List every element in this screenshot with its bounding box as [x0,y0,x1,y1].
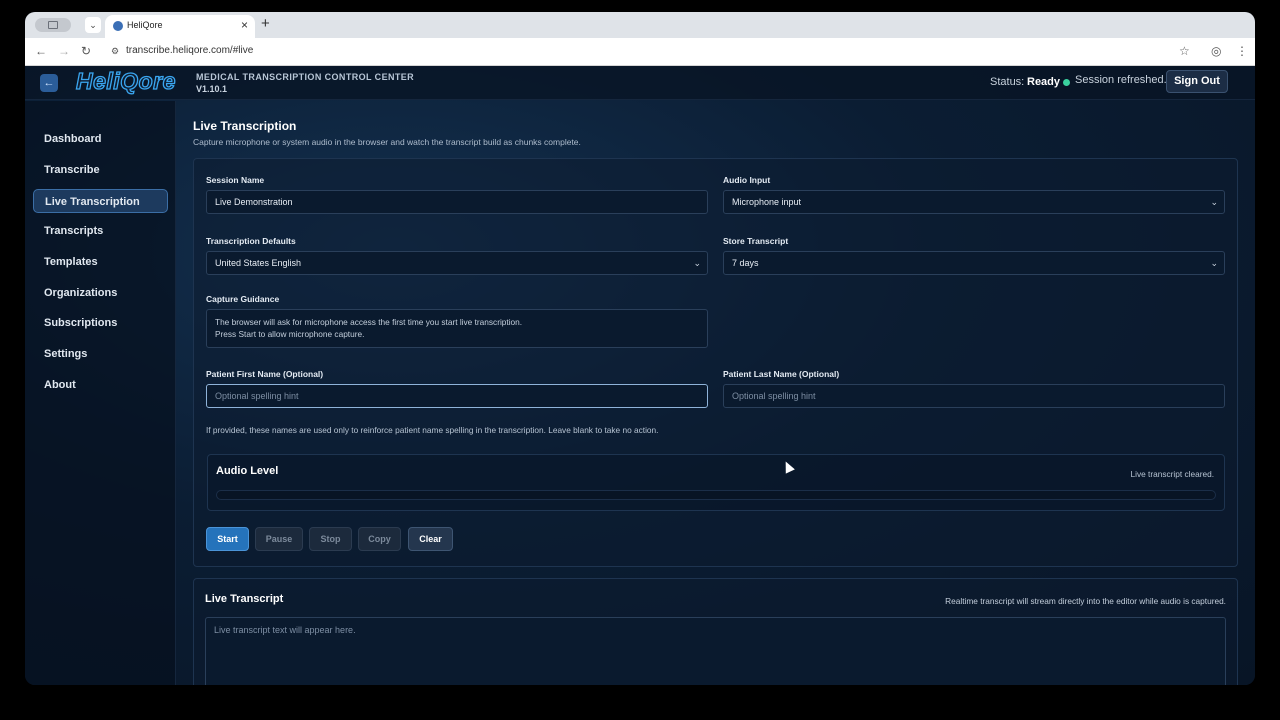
audio-input-value: Microphone input [732,197,802,207]
app-root: ← HeliQore MEDICAL TRANSCRIPTION CONTROL… [25,66,1255,685]
url-text[interactable]: transcribe.heliqore.com/#live [126,45,253,56]
capture-guidance-label: Capture Guidance [206,294,280,304]
sidebar-item-transcribe[interactable]: Transcribe [33,158,168,182]
tab-groups-button[interactable] [35,18,71,32]
patient-last-name-label: Patient Last Name (Optional) [723,369,840,379]
sidebar-item-templates[interactable]: Templates [33,250,168,274]
status-label: Status: [990,76,1025,88]
start-button[interactable]: Start [206,527,249,551]
tab-title: HeliQore [127,20,163,30]
chevron-down-icon: ⌄ [693,258,701,268]
live-transcript-title: Live Transcript [205,593,284,605]
name-hint-text: If provided, these names are used only t… [206,425,659,435]
top-bar: ← HeliQore MEDICAL TRANSCRIPTION CONTROL… [25,66,1255,100]
close-icon[interactable]: × [241,18,248,32]
live-transcript-editor[interactable]: Live transcript text will appear here. [205,617,1226,685]
transcription-defaults-value: United States English [215,258,302,268]
sidebar-item-organizations[interactable]: Organizations [33,281,168,305]
browser-tab[interactable]: HeliQore × [105,15,255,38]
store-transcript-value: 7 days [732,258,759,268]
address-bar: ← → ↻ ⚙ transcribe.heliqore.com/#live ☆ … [25,38,1255,66]
sidebar-item-transcripts[interactable]: Transcripts [33,219,168,243]
transcription-defaults-select[interactable]: United States English ⌄ [206,251,708,275]
clear-button[interactable]: Clear [408,527,453,551]
capture-guidance-box: The browser will ask for microphone acce… [206,309,708,348]
store-transcript-select[interactable]: 7 days ⌄ [723,251,1225,275]
tab-search-button[interactable]: ⌄ [85,17,101,33]
chevron-down-icon: ⌄ [1210,258,1218,268]
page-subtitle: Capture microphone or system audio in th… [193,137,581,147]
copy-button[interactable]: Copy [358,527,401,551]
app-title: MEDICAL TRANSCRIPTION CONTROL CENTER [196,72,415,82]
favicon-icon [113,21,123,31]
patient-last-name-input[interactable]: Optional spelling hint [723,384,1225,408]
guidance-line-1: The browser will ask for microphone acce… [215,317,523,327]
window-icon [48,21,58,29]
browser-window: ⌄ HeliQore × + ← → ↻ ⚙ transcribe.heliqo… [25,12,1255,685]
sidebar-item-about[interactable]: About [33,373,168,397]
back-arrow-icon[interactable]: ← [35,44,47,58]
patient-first-name-input[interactable]: Optional spelling hint [206,384,708,408]
reload-icon[interactable]: ↻ [81,44,91,58]
version-label: V1.10.1 [196,84,228,94]
profile-icon[interactable]: ◎ [1211,44,1221,58]
browser-menu-icon[interactable]: ⋮ [1236,44,1248,58]
new-tab-button[interactable]: + [261,15,270,32]
tab-strip: ⌄ HeliQore × + [25,12,1255,38]
pause-button[interactable]: Pause [255,527,303,551]
guidance-line-2: Press Start to allow microphone capture. [215,329,365,339]
chevron-down-icon: ⌄ [1210,197,1218,207]
forward-arrow-icon[interactable]: → [58,44,70,58]
transcription-defaults-label: Transcription Defaults [206,236,296,246]
audio-level-meter [216,490,1216,500]
bookmark-star-icon[interactable]: ☆ [1179,44,1190,58]
sidebar: Dashboard Transcribe Live Transcription … [25,101,176,685]
live-transcript-note: Realtime transcript will stream directly… [945,596,1226,606]
collapse-sidebar-button[interactable]: ← [40,74,58,92]
sidebar-item-dashboard[interactable]: Dashboard [33,127,168,151]
page-title: Live Transcription [193,119,297,133]
session-name-input[interactable]: Live Demonstration [206,190,708,214]
patient-first-name-label: Patient First Name (Optional) [206,369,324,379]
sidebar-item-live-transcription[interactable]: Live Transcription [33,189,168,213]
audio-input-select[interactable]: Microphone input ⌄ [723,190,1225,214]
stop-button[interactable]: Stop [309,527,352,551]
session-message: Session refreshed. [1075,74,1167,86]
audio-level-title: Audio Level [216,465,279,477]
audio-status-text: Live transcript cleared. [1130,469,1214,479]
live-transcript-card: Live Transcript Realtime transcript will… [193,578,1238,685]
session-name-label: Session Name [206,175,265,185]
audio-input-label: Audio Input [723,175,771,185]
status-indicator-dot [1063,79,1070,86]
audio-level-panel: Audio Level Live transcript cleared. [207,454,1225,511]
status-value: Ready [1027,76,1061,88]
sidebar-item-settings[interactable]: Settings [33,342,168,366]
logo: HeliQore [75,67,176,94]
sidebar-item-subscriptions[interactable]: Subscriptions [33,311,168,335]
sign-out-button[interactable]: Sign Out [1166,70,1228,93]
store-transcript-label: Store Transcript [723,236,789,246]
site-settings-icon[interactable]: ⚙ [111,46,119,57]
